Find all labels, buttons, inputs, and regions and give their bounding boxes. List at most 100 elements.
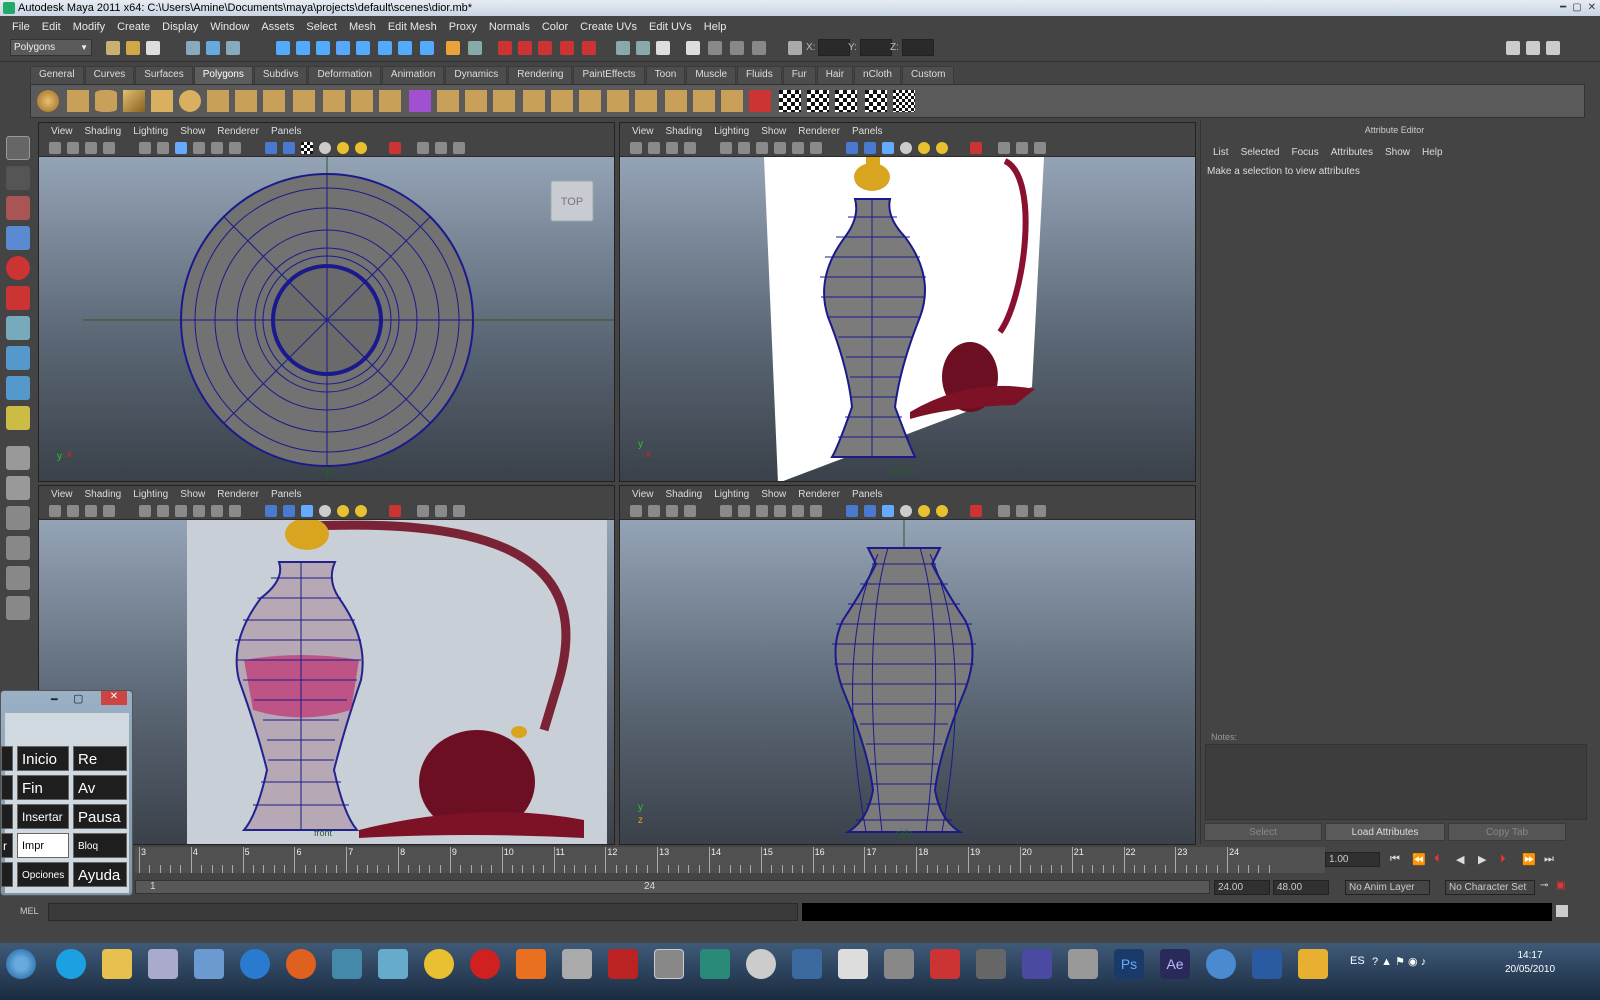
vp-menu-show[interactable]: Show [174, 489, 211, 500]
reduce-icon[interactable] [693, 90, 715, 112]
tool-settings-toggle-icon[interactable] [1526, 41, 1540, 55]
app-icon-17[interactable] [746, 949, 776, 979]
isolate-select-icon[interactable] [970, 142, 982, 154]
grid-icon[interactable] [85, 142, 97, 154]
photoshop-icon[interactable]: Ps [1114, 949, 1144, 979]
poly-prism-icon[interactable] [207, 90, 229, 112]
camera-attr-icon[interactable] [630, 505, 642, 517]
bevel-icon[interactable] [579, 90, 601, 112]
go-to-end-icon[interactable]: ⏭ [1544, 853, 1554, 866]
append-polygon-icon[interactable] [493, 90, 515, 112]
menu-assets[interactable]: Assets [255, 21, 300, 33]
language-indicator[interactable]: ES [1350, 955, 1365, 967]
mel-input[interactable] [48, 903, 798, 921]
vp-menu-lighting[interactable]: Lighting [127, 489, 174, 500]
poly-sphere-icon[interactable] [37, 90, 59, 112]
triangulate-icon[interactable] [721, 90, 743, 112]
maya-taskbar-icon[interactable] [654, 949, 684, 979]
snap-curve-icon[interactable] [296, 41, 310, 55]
new-scene-icon[interactable] [106, 41, 120, 55]
select-component-icon[interactable] [226, 41, 240, 55]
shelf-tab-painteffects[interactable]: PaintEffects [573, 66, 645, 84]
osk-key-edge-1[interactable] [1, 746, 13, 771]
frame-all-icon[interactable] [417, 505, 429, 517]
shade-icon[interactable] [265, 505, 277, 517]
shelf-tab-deformation[interactable]: Deformation [308, 66, 381, 84]
z-field[interactable] [902, 39, 934, 56]
step-back-frame-icon[interactable]: ⏪ [1412, 853, 1426, 866]
attribute-editor-toggle-icon[interactable] [1506, 41, 1520, 55]
transform-icon[interactable] [752, 41, 766, 55]
osk-key-edge-3[interactable] [1, 804, 13, 829]
shadows-icon[interactable] [355, 142, 367, 154]
osk-key-edge-4[interactable]: r [1, 833, 13, 858]
snap-grid-icon[interactable] [276, 41, 290, 55]
maximize-button[interactable]: ▢ [1572, 0, 1581, 16]
vp-menu-panels[interactable]: Panels [265, 489, 308, 500]
isolate-select-icon[interactable] [389, 142, 401, 154]
poly-cylinder-icon[interactable] [95, 90, 117, 112]
lasso-tool-icon[interactable] [6, 166, 30, 190]
open-scene-icon[interactable] [126, 41, 140, 55]
film-gate-icon[interactable] [103, 142, 115, 154]
after-effects-icon[interactable]: Ae [1160, 949, 1190, 979]
render-settings-icon[interactable] [538, 41, 552, 55]
remote-desktop-icon[interactable] [194, 949, 224, 979]
frame-selected-icon[interactable] [1016, 505, 1028, 517]
shelf-tab-curves[interactable]: Curves [84, 66, 135, 84]
universal-manipulator-icon[interactable] [6, 316, 30, 340]
save-scene-icon[interactable] [146, 41, 160, 55]
internet-explorer-icon[interactable] [240, 949, 270, 979]
vp-menu-view[interactable]: View [45, 489, 79, 500]
isolate-select-icon[interactable] [389, 505, 401, 517]
emoticon-app-icon[interactable] [424, 949, 454, 979]
shelf-tab-polygons[interactable]: Polygons [193, 66, 253, 84]
input-ops-icon[interactable] [398, 41, 412, 55]
vp-menu-view[interactable]: View [45, 126, 79, 137]
character-set-dropdown[interactable]: No Character Set [1445, 880, 1535, 895]
isolate-icon[interactable] [810, 142, 822, 154]
utility-icon[interactable] [562, 949, 592, 979]
checker-icon[interactable] [882, 142, 894, 154]
combine-icon[interactable] [323, 90, 345, 112]
snap-point-icon[interactable] [316, 41, 330, 55]
app-icon-24[interactable] [1068, 949, 1098, 979]
media-player-icon[interactable] [516, 949, 546, 979]
hypershade-layout-icon[interactable] [6, 566, 30, 590]
app-icon-23[interactable] [1022, 949, 1052, 979]
wireframe-icon[interactable] [139, 505, 151, 517]
app-icon-18[interactable] [792, 949, 822, 979]
start-button-icon[interactable] [6, 949, 36, 979]
auto-key-icon[interactable]: ⊸ [1540, 880, 1548, 891]
scale-tool-icon[interactable] [6, 286, 30, 310]
four-view-layout-icon[interactable] [6, 476, 30, 500]
clock-time[interactable]: 14:17 [1500, 950, 1560, 961]
vp-menu-shading[interactable]: Shading [660, 489, 709, 500]
shelf-tab-fur[interactable]: Fur [782, 66, 816, 84]
x-field[interactable] [818, 39, 850, 56]
close-button[interactable]: ✕ [1588, 0, 1596, 16]
all-lights-icon[interactable] [337, 505, 349, 517]
menu-help[interactable]: Help [698, 21, 733, 33]
select-tool-icon[interactable] [6, 136, 30, 160]
smooth-shade-icon[interactable] [157, 505, 169, 517]
film-gate-icon[interactable] [684, 505, 696, 517]
viewport-canvas[interactable]: y z side [620, 520, 1195, 844]
numeric-input-icon[interactable] [788, 41, 802, 55]
bookmark-icon[interactable] [648, 505, 660, 517]
isolate-select-icon[interactable] [970, 505, 982, 517]
poke-icon[interactable] [665, 90, 687, 112]
auto-map-icon[interactable] [865, 90, 887, 112]
graph-layout-icon[interactable] [6, 536, 30, 560]
render-icon[interactable] [498, 41, 512, 55]
viewport-side[interactable]: View Shading Lighting Show Renderer Pane… [619, 485, 1196, 845]
explorer-icon[interactable] [102, 949, 132, 979]
app-icon-20[interactable] [884, 949, 914, 979]
menu-proxy[interactable]: Proxy [443, 21, 483, 33]
bookmark-icon[interactable] [648, 142, 660, 154]
menu-select[interactable]: Select [300, 21, 343, 33]
insert-edge-loop-icon[interactable] [551, 90, 573, 112]
grid-icon[interactable] [666, 505, 678, 517]
step-forward-frame-icon[interactable]: ⏩ [1522, 853, 1536, 866]
menu-edit-mesh[interactable]: Edit Mesh [382, 21, 443, 33]
